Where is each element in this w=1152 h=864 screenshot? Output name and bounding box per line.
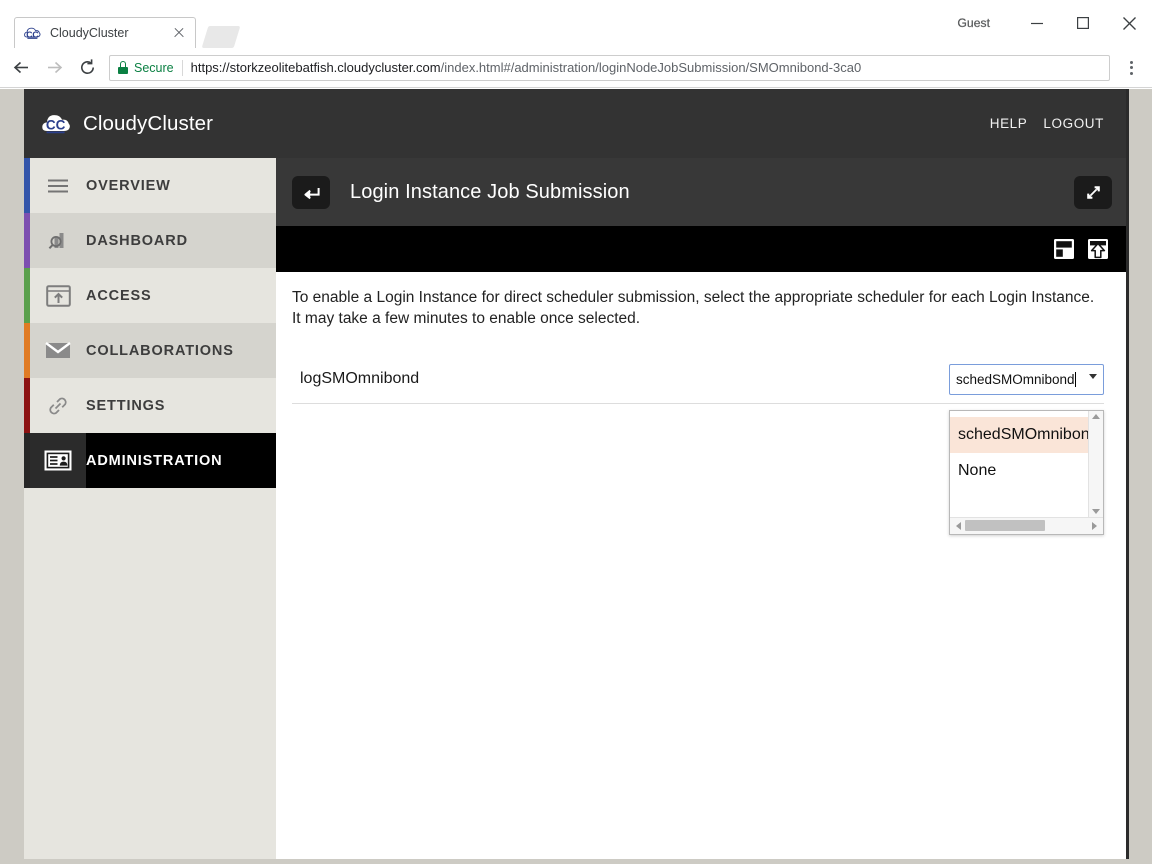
cloudycluster-favicon: CC bbox=[23, 24, 41, 42]
sidebar-item-collaborations[interactable]: COLLABORATIONS bbox=[24, 323, 276, 378]
main-content: Login Instance Job Submission To enable … bbox=[276, 158, 1126, 859]
dropdown-option[interactable]: schedSMOmnibond bbox=[950, 416, 1088, 453]
dropdown-options: schedSMOmnibond None bbox=[950, 411, 1088, 517]
sidebar-item-overview[interactable]: OVERVIEW bbox=[24, 158, 276, 213]
sidebar-item-label: ACCESS bbox=[86, 287, 152, 304]
login-instance-label: logSMOmnibond bbox=[300, 370, 420, 388]
brand-name: CloudyCluster bbox=[83, 111, 214, 135]
envelope-icon bbox=[30, 341, 86, 360]
sidebar-item-label: ADMINISTRATION bbox=[86, 452, 223, 469]
omnibox-divider bbox=[181, 59, 183, 76]
three-dot-menu-icon[interactable] bbox=[1118, 55, 1144, 81]
dropdown-option[interactable]: None bbox=[950, 453, 1088, 489]
new-tab-button[interactable] bbox=[201, 26, 241, 48]
page-title: Login Instance Job Submission bbox=[350, 180, 630, 203]
maximize-icon[interactable] bbox=[1060, 0, 1106, 46]
url-text: https://storkzeolitebatfish.cloudycluste… bbox=[191, 60, 862, 75]
scroll-right-arrow-icon[interactable] bbox=[1092, 521, 1097, 530]
url-path: /index.html#/administration/loginNodeJob… bbox=[440, 60, 862, 75]
tab-title: CloudyCluster bbox=[50, 26, 129, 40]
horizontal-scroll-thumb[interactable] bbox=[965, 520, 1045, 532]
svg-text:CC: CC bbox=[46, 118, 66, 133]
link-chain-icon bbox=[30, 394, 86, 418]
app-header: CC CloudyCluster HELP LOGOUT bbox=[24, 89, 1126, 158]
dropdown-horizontal-scrollbar[interactable] bbox=[950, 516, 1103, 534]
back-arrow-icon[interactable] bbox=[6, 53, 36, 83]
horizontal-scroll-track[interactable] bbox=[965, 520, 1088, 532]
expand-fullscreen-icon[interactable] bbox=[1074, 175, 1112, 209]
forward-arrow-icon bbox=[39, 53, 69, 83]
sidebar-item-settings[interactable]: SETTINGS bbox=[24, 378, 276, 433]
cloudycluster-app: CC CloudyCluster HELP LOGOUT OVERVIEW DA… bbox=[24, 89, 1129, 859]
lock-icon bbox=[118, 61, 128, 74]
scroll-down-arrow-icon[interactable] bbox=[1092, 508, 1100, 514]
scroll-left-arrow-icon[interactable] bbox=[956, 521, 961, 530]
browser-tab[interactable]: CC CloudyCluster bbox=[14, 17, 196, 48]
content-panel: To enable a Login Instance for direct sc… bbox=[276, 272, 1126, 859]
sidebar-item-access[interactable]: ACCESS bbox=[24, 268, 276, 323]
brand[interactable]: CC CloudyCluster bbox=[41, 111, 990, 136]
chevron-down-icon[interactable] bbox=[1089, 373, 1097, 379]
sidebar-item-label: OVERVIEW bbox=[86, 177, 171, 194]
sidebar-item-administration[interactable]: ADMINISTRATION bbox=[24, 433, 276, 488]
text-caret bbox=[1074, 371, 1076, 387]
upload-window-icon bbox=[30, 284, 86, 307]
page-title-bar: Login Instance Job Submission bbox=[276, 158, 1126, 226]
cloudycluster-logo: CC bbox=[41, 111, 71, 136]
window-close-icon[interactable] bbox=[1106, 0, 1152, 46]
close-icon[interactable] bbox=[171, 25, 187, 41]
scheduler-combobox-value: schedSMOmnibond bbox=[956, 371, 1075, 387]
save-floppy-icon[interactable] bbox=[1051, 236, 1077, 262]
minimize-icon[interactable] bbox=[1014, 0, 1060, 46]
address-bar[interactable]: Secure https://storkzeolitebatfish.cloud… bbox=[109, 54, 1110, 81]
browser-toolbar: Secure https://storkzeolitebatfish.cloud… bbox=[0, 48, 1152, 88]
help-link[interactable]: HELP bbox=[990, 116, 1028, 131]
window-controls: Guest bbox=[957, 0, 1152, 46]
scroll-up-arrow-icon[interactable] bbox=[1092, 413, 1100, 419]
action-bar bbox=[276, 226, 1126, 272]
dropdown-list-area: schedSMOmnibond None bbox=[950, 410, 1103, 517]
logout-link[interactable]: LOGOUT bbox=[1043, 116, 1104, 131]
back-arrow-button-icon[interactable] bbox=[292, 175, 330, 209]
browser-titlebar: CC CloudyCluster Guest bbox=[0, 0, 1152, 48]
scheduler-combobox[interactable]: schedSMOmnibond bbox=[949, 363, 1104, 395]
sidebar-item-label: DASHBOARD bbox=[86, 232, 188, 249]
gauge-chart-icon bbox=[30, 229, 86, 253]
reload-icon[interactable] bbox=[72, 53, 102, 83]
page-viewport: CC CloudyCluster HELP LOGOUT OVERVIEW DA… bbox=[0, 89, 1152, 864]
dropdown-vertical-scrollbar[interactable] bbox=[1088, 410, 1103, 517]
upload-arrow-icon[interactable] bbox=[1085, 236, 1111, 262]
sidebar-item-dashboard[interactable]: DASHBOARD bbox=[24, 213, 276, 268]
scheduler-dropdown-list[interactable]: schedSMOmnibond None bbox=[949, 409, 1104, 535]
sidebar-item-label: COLLABORATIONS bbox=[86, 342, 234, 359]
login-instance-row: logSMOmnibond schedSMOmnibond schedSMOmn… bbox=[292, 356, 1104, 535]
sidebar-item-label: SETTINGS bbox=[86, 397, 166, 414]
app-body: OVERVIEW DASHBOARD ACCESS COLLABORATIONS… bbox=[24, 158, 1126, 859]
hamburger-menu-icon bbox=[30, 178, 86, 194]
scheduler-combobox-wrapper: schedSMOmnibond schedSMOmnibond None bbox=[949, 363, 1104, 535]
browser-window: CC CloudyCluster Guest Secure https://st… bbox=[0, 0, 1152, 864]
security-label: Secure bbox=[134, 60, 174, 75]
profile-label[interactable]: Guest bbox=[957, 16, 990, 30]
header-links: HELP LOGOUT bbox=[990, 116, 1104, 131]
sidebar: OVERVIEW DASHBOARD ACCESS COLLABORATIONS… bbox=[24, 158, 276, 859]
id-card-icon bbox=[30, 433, 86, 488]
intro-text: To enable a Login Instance for direct sc… bbox=[292, 289, 1095, 327]
url-host: https://storkzeolitebatfish.cloudycluste… bbox=[190, 60, 441, 75]
